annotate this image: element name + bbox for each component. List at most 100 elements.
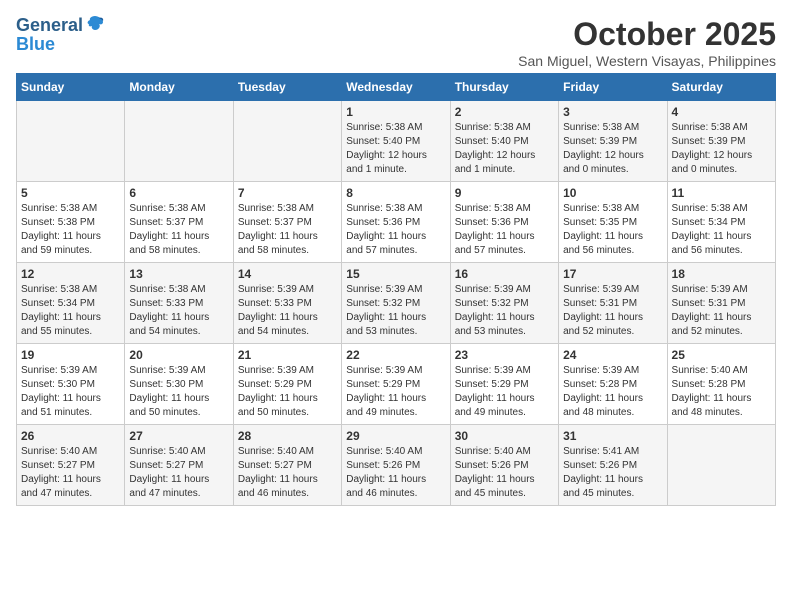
header-wednesday: Wednesday	[342, 74, 450, 101]
header-sunday: Sunday	[17, 74, 125, 101]
table-row	[233, 101, 341, 182]
table-row: 19 Sunrise: 5:39 AM Sunset: 5:30 PM Dayli…	[17, 344, 125, 425]
table-row: 24Sunrise: 5:39 AM Sunset: 5:28 PM Dayli…	[559, 344, 667, 425]
table-row: 27Sunrise: 5:40 AM Sunset: 5:27 PM Dayli…	[125, 425, 233, 506]
calendar-week-row: 12 Sunrise: 5:38 AM Sunset: 5:34 PM Dayli…	[17, 263, 776, 344]
table-row: 30 Sunrise: 5:40 AM Sunset: 5:26 PM Dayli…	[450, 425, 558, 506]
calendar-week-row: 1 Sunrise: 5:38 AM Sunset: 5:40 PM Daylig…	[17, 101, 776, 182]
calendar-table: Sunday Monday Tuesday Wednesday Thursday…	[16, 73, 776, 506]
day-info: Sunrise: 5:39 AM Sunset: 5:30 PM Dayligh…	[21, 364, 120, 420]
table-row: 6 Sunrise: 5:38 AM Sunset: 5:37 PM Daylig…	[125, 182, 233, 263]
header-friday: Friday	[559, 74, 667, 101]
day-number: 7	[238, 186, 337, 200]
table-row: 10 Sunrise: 5:38 AM Sunset: 5:35 PM Dayli…	[559, 182, 667, 263]
day-info: Sunrise: 5:39 AM Sunset: 5:31 PM Dayligh…	[563, 283, 662, 339]
day-number: 26	[21, 429, 120, 443]
day-info: Sunrise: 5:41 AM Sunset: 5:26 PM Dayligh…	[563, 445, 662, 501]
day-number: 29	[346, 429, 445, 443]
day-number: 2	[455, 105, 554, 119]
day-info: Sunrise: 5:39 AM Sunset: 5:29 PM Dayligh…	[346, 364, 445, 420]
day-number: 1	[346, 105, 445, 119]
day-number: 20	[129, 348, 228, 362]
day-info: Sunrise: 5:38 AM Sunset: 5:36 PM Dayligh…	[455, 202, 554, 258]
day-number: 4	[672, 105, 771, 119]
day-info: Sunrise: 5:39 AM Sunset: 5:31 PM Dayligh…	[672, 283, 771, 339]
month-title: October 2025	[518, 16, 776, 53]
day-info: Sunrise: 5:38 AM Sunset: 5:38 PM Dayligh…	[21, 202, 120, 258]
day-number: 22	[346, 348, 445, 362]
calendar-week-row: 19 Sunrise: 5:39 AM Sunset: 5:30 PM Dayli…	[17, 344, 776, 425]
day-info: Sunrise: 5:40 AM Sunset: 5:27 PM Dayligh…	[238, 445, 337, 501]
day-info: Sunrise: 5:40 AM Sunset: 5:27 PM Dayligh…	[21, 445, 120, 501]
day-info: Sunrise: 5:40 AM Sunset: 5:26 PM Dayligh…	[455, 445, 554, 501]
day-number: 9	[455, 186, 554, 200]
day-info: Sunrise: 5:38 AM Sunset: 5:37 PM Dayligh…	[238, 202, 337, 258]
day-info: Sunrise: 5:39 AM Sunset: 5:32 PM Dayligh…	[346, 283, 445, 339]
day-number: 27	[129, 429, 228, 443]
day-info: Sunrise: 5:38 AM Sunset: 5:39 PM Dayligh…	[672, 121, 771, 177]
title-section: October 2025 San Miguel, Western Visayas…	[518, 16, 776, 69]
table-row: 7 Sunrise: 5:38 AM Sunset: 5:37 PM Daylig…	[233, 182, 341, 263]
day-info: Sunrise: 5:38 AM Sunset: 5:40 PM Dayligh…	[346, 121, 445, 177]
table-row: 15 Sunrise: 5:39 AM Sunset: 5:32 PM Dayli…	[342, 263, 450, 344]
day-info: Sunrise: 5:38 AM Sunset: 5:34 PM Dayligh…	[21, 283, 120, 339]
day-number: 12	[21, 267, 120, 281]
day-info: Sunrise: 5:39 AM Sunset: 5:30 PM Dayligh…	[129, 364, 228, 420]
header-thursday: Thursday	[450, 74, 558, 101]
table-row: 22 Sunrise: 5:39 AM Sunset: 5:29 PM Dayli…	[342, 344, 450, 425]
table-row	[667, 425, 775, 506]
table-row: 29Sunrise: 5:40 AM Sunset: 5:26 PM Dayli…	[342, 425, 450, 506]
table-row: 18 Sunrise: 5:39 AM Sunset: 5:31 PM Dayli…	[667, 263, 775, 344]
day-number: 15	[346, 267, 445, 281]
day-number: 13	[129, 267, 228, 281]
day-number: 17	[563, 267, 662, 281]
table-row: 4 Sunrise: 5:38 AM Sunset: 5:39 PM Daylig…	[667, 101, 775, 182]
location-title: San Miguel, Western Visayas, Philippines	[518, 53, 776, 69]
header-saturday: Saturday	[667, 74, 775, 101]
table-row: 3 Sunrise: 5:38 AM Sunset: 5:39 PM Daylig…	[559, 101, 667, 182]
day-number: 30	[455, 429, 554, 443]
day-number: 5	[21, 186, 120, 200]
table-row: 13Sunrise: 5:38 AM Sunset: 5:33 PM Dayli…	[125, 263, 233, 344]
table-row: 16 Sunrise: 5:39 AM Sunset: 5:32 PM Dayli…	[450, 263, 558, 344]
table-row: 1 Sunrise: 5:38 AM Sunset: 5:40 PM Daylig…	[342, 101, 450, 182]
day-info: Sunrise: 5:39 AM Sunset: 5:32 PM Dayligh…	[455, 283, 554, 339]
table-row: 12 Sunrise: 5:38 AM Sunset: 5:34 PM Dayli…	[17, 263, 125, 344]
day-info: Sunrise: 5:38 AM Sunset: 5:35 PM Dayligh…	[563, 202, 662, 258]
table-row: 5 Sunrise: 5:38 AM Sunset: 5:38 PM Daylig…	[17, 182, 125, 263]
day-info: Sunrise: 5:38 AM Sunset: 5:36 PM Dayligh…	[346, 202, 445, 258]
day-number: 6	[129, 186, 228, 200]
table-row: 20 Sunrise: 5:39 AM Sunset: 5:30 PM Dayli…	[125, 344, 233, 425]
table-row: 21 Sunrise: 5:39 AM Sunset: 5:29 PM Dayli…	[233, 344, 341, 425]
day-number: 10	[563, 186, 662, 200]
table-row	[17, 101, 125, 182]
day-info: Sunrise: 5:38 AM Sunset: 5:34 PM Dayligh…	[672, 202, 771, 258]
table-row: 17 Sunrise: 5:39 AM Sunset: 5:31 PM Dayli…	[559, 263, 667, 344]
logo-blue: Blue	[16, 34, 55, 55]
table-row: 9 Sunrise: 5:38 AM Sunset: 5:36 PM Daylig…	[450, 182, 558, 263]
logo: General Blue	[16, 16, 105, 55]
day-number: 18	[672, 267, 771, 281]
table-row	[125, 101, 233, 182]
day-info: Sunrise: 5:38 AM Sunset: 5:39 PM Dayligh…	[563, 121, 662, 177]
logo-bird-icon	[85, 14, 105, 34]
day-number: 25	[672, 348, 771, 362]
day-number: 21	[238, 348, 337, 362]
day-number: 16	[455, 267, 554, 281]
day-number: 14	[238, 267, 337, 281]
day-number: 11	[672, 186, 771, 200]
day-number: 31	[563, 429, 662, 443]
day-info: Sunrise: 5:38 AM Sunset: 5:37 PM Dayligh…	[129, 202, 228, 258]
table-row: 25 Sunrise: 5:40 AM Sunset: 5:28 PM Dayli…	[667, 344, 775, 425]
day-number: 19	[21, 348, 120, 362]
table-row: 28 Sunrise: 5:40 AM Sunset: 5:27 PM Dayli…	[233, 425, 341, 506]
table-row: 31 Sunrise: 5:41 AM Sunset: 5:26 PM Dayli…	[559, 425, 667, 506]
weekday-header-row: Sunday Monday Tuesday Wednesday Thursday…	[17, 74, 776, 101]
day-number: 8	[346, 186, 445, 200]
day-info: Sunrise: 5:39 AM Sunset: 5:29 PM Dayligh…	[238, 364, 337, 420]
day-number: 3	[563, 105, 662, 119]
day-number: 28	[238, 429, 337, 443]
day-info: Sunrise: 5:40 AM Sunset: 5:28 PM Dayligh…	[672, 364, 771, 420]
day-info: Sunrise: 5:39 AM Sunset: 5:33 PM Dayligh…	[238, 283, 337, 339]
day-info: Sunrise: 5:38 AM Sunset: 5:40 PM Dayligh…	[455, 121, 554, 177]
